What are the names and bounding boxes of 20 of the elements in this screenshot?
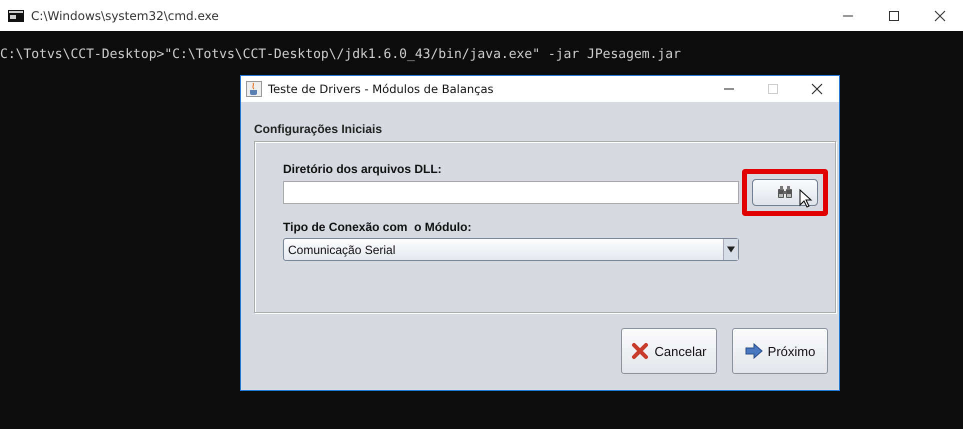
close-icon[interactable]	[811, 83, 823, 95]
close-icon[interactable]	[934, 10, 946, 22]
section-title: Configurações Iniciais	[254, 122, 384, 136]
field-label: Diretório dos arquivos DLL:	[283, 162, 443, 176]
field-label: Tipo de Conexão com o Módulo:	[283, 220, 472, 234]
binoculars-icon	[777, 185, 793, 199]
window-title: Teste de Drivers - Módulos de Balanças	[268, 82, 494, 96]
right-arrow-icon	[744, 343, 763, 359]
maximize-icon[interactable]	[888, 10, 900, 22]
next-button[interactable]: Próximo	[732, 328, 828, 374]
console-line: C:\Totvs\CCT-Desktop>"C:\Totvs\CCT-Desktop\/jdk1.6.0_43/bin/java.exe" -jar JPesagem.jar	[0, 47, 682, 62]
browse-button[interactable]	[752, 178, 818, 206]
window-title: C:\Windows\system32\cmd.exe	[31, 8, 219, 22]
cancel-button[interactable]: Cancelar	[621, 328, 717, 374]
console-icon	[8, 10, 24, 22]
input-field[interactable]	[283, 180, 739, 204]
cursor-icon	[799, 188, 813, 208]
connection-dropdown[interactable]: Comunicação Serial	[283, 238, 739, 261]
java-cup-icon	[246, 81, 262, 97]
cross-icon	[631, 342, 650, 360]
